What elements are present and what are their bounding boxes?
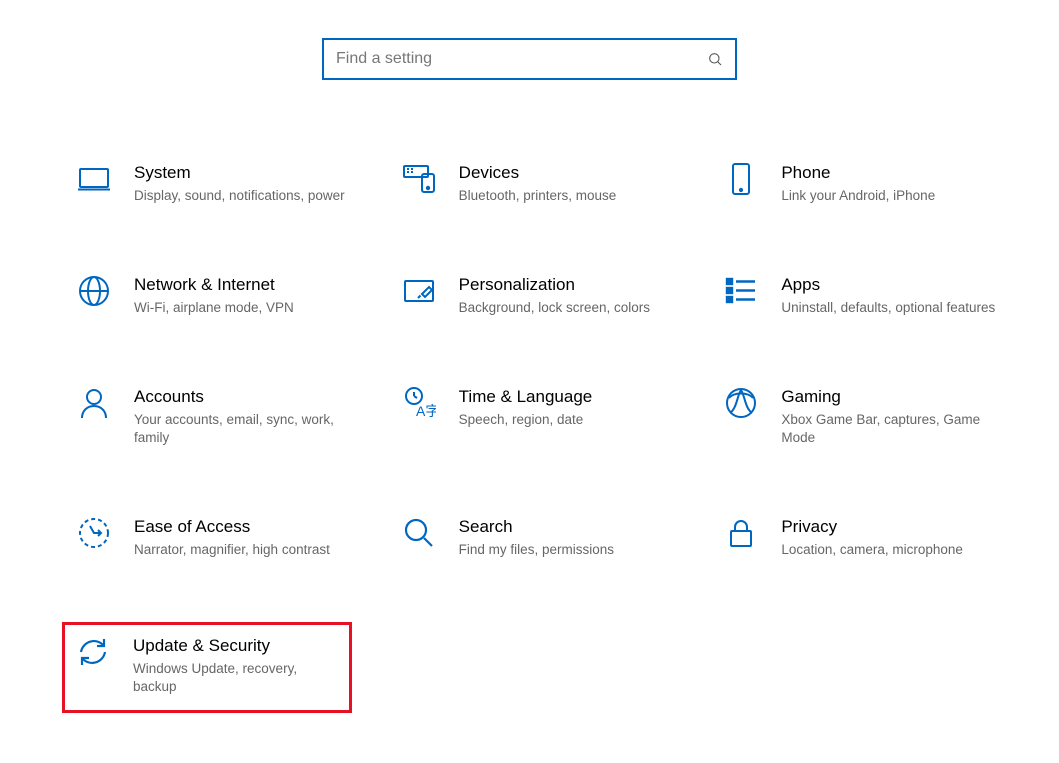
- tile-text: Ease of Access Narrator, magnifier, high…: [134, 516, 371, 559]
- tile-desc: Display, sound, notifications, power: [134, 187, 361, 205]
- devices-icon: [397, 162, 441, 206]
- tile-search[interactable]: Search Find my files, permissions: [393, 510, 696, 566]
- tile-title: System: [134, 162, 361, 183]
- tile-title: Personalization: [459, 274, 686, 295]
- tile-text: Network & Internet Wi-Fi, airplane mode,…: [134, 274, 371, 317]
- apps-icon: [719, 274, 763, 318]
- tile-desc: Location, camera, microphone: [781, 541, 1008, 559]
- tile-title: Privacy: [781, 516, 1008, 537]
- tile-privacy[interactable]: Privacy Location, camera, microphone: [715, 510, 1018, 566]
- tile-apps[interactable]: Apps Uninstall, defaults, optional featu…: [715, 268, 1018, 324]
- tile-network[interactable]: Network & Internet Wi-Fi, airplane mode,…: [68, 268, 371, 324]
- tile-time-language[interactable]: A字 Time & Language Speech, region, date: [393, 380, 696, 436]
- tile-text: Personalization Background, lock screen,…: [459, 274, 696, 317]
- tile-text: Update & Security Windows Update, recove…: [133, 635, 349, 697]
- tile-title: Network & Internet: [134, 274, 361, 295]
- tile-text: Devices Bluetooth, printers, mouse: [459, 162, 696, 205]
- tile-accounts[interactable]: Accounts Your accounts, email, sync, wor…: [68, 380, 371, 454]
- tile-text: Accounts Your accounts, email, sync, wor…: [134, 386, 371, 448]
- ease-of-access-icon: [72, 516, 116, 560]
- grid-row: Accounts Your accounts, email, sync, wor…: [68, 380, 1018, 454]
- grid-row: System Display, sound, notifications, po…: [68, 156, 1018, 212]
- accounts-icon: [72, 386, 116, 430]
- tile-desc: Speech, region, date: [459, 411, 686, 429]
- tile-text: Time & Language Speech, region, date: [459, 386, 696, 429]
- magnifier-icon: [397, 516, 441, 560]
- lock-icon: [719, 516, 763, 560]
- tile-ease-of-access[interactable]: Ease of Access Narrator, magnifier, high…: [68, 510, 371, 566]
- tile-text: Apps Uninstall, defaults, optional featu…: [781, 274, 1018, 317]
- update-icon: [71, 635, 115, 679]
- tile-gaming[interactable]: Gaming Xbox Game Bar, captures, Game Mod…: [715, 380, 1018, 454]
- tile-system[interactable]: System Display, sound, notifications, po…: [68, 156, 371, 212]
- tile-desc: Xbox Game Bar, captures, Game Mode: [781, 411, 1008, 447]
- search-box[interactable]: [322, 38, 737, 80]
- tile-title: Search: [459, 516, 686, 537]
- search-row: [0, 0, 1059, 80]
- tile-title: Ease of Access: [134, 516, 361, 537]
- tile-title: Accounts: [134, 386, 361, 407]
- grid-row: Update & Security Windows Update, recove…: [68, 622, 1018, 714]
- personalization-icon: [397, 274, 441, 318]
- tile-title: Update & Security: [133, 635, 339, 656]
- tile-desc: Link your Android, iPhone: [781, 187, 1008, 205]
- tile-text: Phone Link your Android, iPhone: [781, 162, 1018, 205]
- globe-icon: [72, 274, 116, 318]
- tile-personalization[interactable]: Personalization Background, lock screen,…: [393, 268, 696, 324]
- tile-title: Apps: [781, 274, 1008, 295]
- search-input[interactable]: [336, 50, 707, 68]
- grid-row: Ease of Access Narrator, magnifier, high…: [68, 510, 1018, 566]
- tile-title: Time & Language: [459, 386, 686, 407]
- tile-desc: Windows Update, recovery, backup: [133, 660, 339, 696]
- tile-desc: Background, lock screen, colors: [459, 299, 686, 317]
- tile-title: Phone: [781, 162, 1008, 183]
- time-language-icon: A字: [397, 386, 441, 430]
- tile-desc: Uninstall, defaults, optional features: [781, 299, 1008, 317]
- tile-phone[interactable]: Phone Link your Android, iPhone: [715, 156, 1018, 212]
- tile-desc: Bluetooth, printers, mouse: [459, 187, 686, 205]
- tile-text: Search Find my files, permissions: [459, 516, 696, 559]
- phone-icon: [719, 162, 763, 206]
- tile-title: Devices: [459, 162, 686, 183]
- tile-update-security[interactable]: Update & Security Windows Update, recove…: [62, 622, 352, 714]
- tile-desc: Your accounts, email, sync, work, family: [134, 411, 361, 447]
- tile-devices[interactable]: Devices Bluetooth, printers, mouse: [393, 156, 696, 212]
- settings-grid: System Display, sound, notifications, po…: [68, 156, 1018, 713]
- tile-desc: Find my files, permissions: [459, 541, 686, 559]
- tile-desc: Wi-Fi, airplane mode, VPN: [134, 299, 361, 317]
- tile-text: Privacy Location, camera, microphone: [781, 516, 1018, 559]
- system-icon: [72, 162, 116, 206]
- search-icon: [707, 51, 723, 67]
- grid-row: Network & Internet Wi-Fi, airplane mode,…: [68, 268, 1018, 324]
- tile-text: Gaming Xbox Game Bar, captures, Game Mod…: [781, 386, 1018, 448]
- tile-desc: Narrator, magnifier, high contrast: [134, 541, 361, 559]
- gaming-icon: [719, 386, 763, 430]
- svg-text:A字: A字: [416, 403, 436, 419]
- tile-text: System Display, sound, notifications, po…: [134, 162, 371, 205]
- tile-title: Gaming: [781, 386, 1008, 407]
